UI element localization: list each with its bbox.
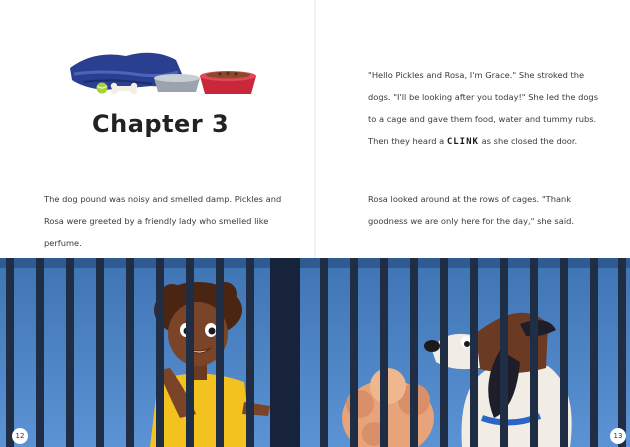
right-page-paragraph-1: "Hello Pickles and Rosa, I'm Grace." She… [368,64,608,153]
dog-bowl-icon [200,71,256,94]
dog-bowl-icon [154,74,200,92]
page-gutter [314,0,316,258]
paragraph-text: "Hello Pickles and Rosa, I'm Grace." She… [368,70,599,146]
page-number-left: 12 [12,428,28,444]
storybook-spread: Chapter 3 The dog pound was noisy and sm… [0,0,630,447]
dog-pound-scene-illustration [0,258,630,447]
left-page-paragraph: The dog pound was noisy and smelled damp… [44,194,282,248]
clink-sound-word: CLINK [446,137,479,147]
paragraph-text: as she closed the door. [478,136,578,146]
ball-icon [96,82,108,94]
page-number-right: 13 [610,428,626,444]
pet-supplies-illustration [70,52,256,95]
right-page-paragraph-2: Rosa looked around at the rows of cages.… [368,194,575,226]
chapter-title: Chapter 3 [92,110,230,138]
